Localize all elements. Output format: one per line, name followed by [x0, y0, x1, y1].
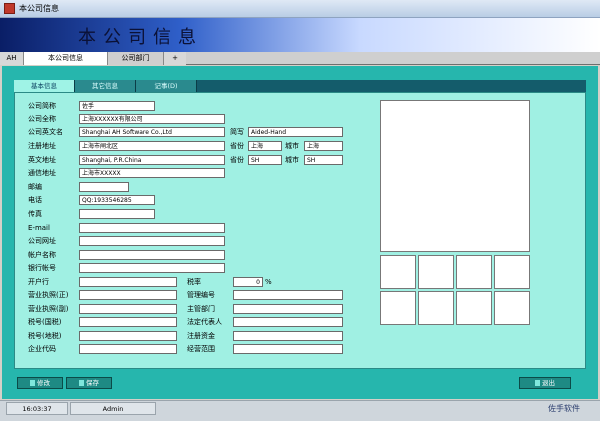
banner-title: 本公司信息 [78, 27, 203, 48]
legal-rep-label: 法定代表人 [187, 318, 222, 326]
tax-rate-field[interactable]: 0 [233, 277, 263, 287]
reg-capital-label: 注册资金 [187, 332, 215, 340]
thumbnail-slot[interactable] [494, 291, 530, 325]
reg-province-label: 省份 [230, 142, 244, 150]
en-city-field[interactable]: SH [304, 155, 343, 165]
reg-city-label: 城市 [285, 142, 299, 150]
save-button-label: 保存 [86, 379, 99, 387]
bank-account-label: 银行帐号 [28, 264, 56, 272]
edit-icon [30, 380, 35, 386]
website-label: 公司网址 [28, 237, 56, 245]
email-label: E-mail [28, 224, 50, 232]
short-name-field[interactable]: 佐手 [79, 101, 155, 111]
legal-rep-field[interactable] [233, 317, 343, 327]
bank-field[interactable] [79, 277, 177, 287]
bank-label: 开户行 [28, 278, 49, 286]
reg-capital-field[interactable] [233, 331, 343, 341]
mgmt-no-field[interactable] [233, 290, 343, 300]
tax-rate-label: 税率 [187, 278, 201, 286]
account-name-label: 帐户名称 [28, 251, 56, 259]
tax-national-field[interactable] [79, 317, 177, 327]
thumbnail-slot[interactable] [494, 255, 530, 289]
exit-icon [535, 380, 540, 386]
subtab-basic-info[interactable]: 基本信息 [14, 80, 75, 92]
brand-text: 佐手软件 [548, 404, 580, 413]
add-tab-button[interactable]: + [164, 52, 186, 65]
org-code-field[interactable] [79, 344, 177, 354]
main-tab-strip: AH 本公司信息 公司部门 + [0, 52, 600, 65]
business-scope-field[interactable] [233, 344, 343, 354]
english-name-field[interactable]: Shanghai AH Software Co.,Ltd [79, 127, 225, 137]
account-name-field[interactable] [79, 250, 225, 260]
thumbnail-slot[interactable] [456, 291, 492, 325]
dept-in-charge-label: 主管部门 [187, 305, 215, 313]
exit-button-label: 退出 [542, 379, 555, 387]
app-icon [4, 3, 15, 14]
abbr-field[interactable]: Aided-Hand [248, 127, 343, 137]
thumbnail-slot[interactable] [380, 255, 416, 289]
tab-company-departments[interactable]: 公司部门 [108, 52, 164, 65]
license-copy-field[interactable] [79, 304, 177, 314]
tax-national-label: 税号(国税) [28, 318, 62, 326]
en-province-label: 省份 [230, 156, 244, 164]
tab-company-info[interactable]: 本公司信息 [24, 52, 108, 65]
fax-field[interactable] [79, 209, 155, 219]
tax-rate-unit: % [265, 278, 272, 286]
exit-button[interactable]: 退出 [519, 377, 571, 389]
company-photo[interactable] [380, 100, 530, 252]
website-field[interactable] [79, 236, 225, 246]
phone-label: 电话 [28, 196, 42, 204]
subtab-notes[interactable]: 记事(D) [136, 80, 197, 92]
org-code-label: 企业代码 [28, 345, 56, 353]
dept-in-charge-field[interactable] [233, 304, 343, 314]
english-name-label: 公司英文名 [28, 128, 63, 136]
license-copy-label: 营业执照(副) [28, 305, 69, 313]
license-main-field[interactable] [79, 290, 177, 300]
mgmt-no-label: 管理编号 [187, 291, 215, 299]
edit-button[interactable]: 修改 [17, 377, 63, 389]
phone-field[interactable]: QQ:1933546285 [79, 195, 155, 205]
tax-local-field[interactable] [79, 331, 177, 341]
subtab-other-info[interactable]: 其它信息 [75, 80, 136, 92]
reg-address-label: 注册地址 [28, 142, 56, 150]
fax-label: 传真 [28, 210, 42, 218]
mail-address-field[interactable]: 上海市XXXXX [79, 168, 225, 178]
en-address-field[interactable]: Shanghai, P.R.China [79, 155, 225, 165]
postcode-field[interactable] [79, 182, 129, 192]
mail-address-label: 通信地址 [28, 169, 56, 177]
thumbnail-slot[interactable] [418, 255, 454, 289]
window-title: 本公司信息 [19, 4, 59, 13]
status-time: 16:03:37 [6, 402, 68, 415]
bank-account-field[interactable] [79, 263, 225, 273]
full-name-label: 公司全称 [28, 115, 56, 123]
reg-city-field[interactable]: 上海 [304, 141, 343, 151]
short-name-label: 公司简称 [28, 102, 56, 110]
thumbnail-slot[interactable] [418, 291, 454, 325]
reg-address-field[interactable]: 上海市闸北区 [79, 141, 225, 151]
license-main-label: 营业执照(正) [28, 291, 69, 299]
tax-local-label: 税号(地税) [28, 332, 62, 340]
postcode-label: 邮编 [28, 183, 42, 191]
business-scope-label: 经营范围 [187, 345, 215, 353]
save-button[interactable]: 保存 [66, 377, 112, 389]
en-city-label: 城市 [285, 156, 299, 164]
save-icon [79, 380, 84, 386]
edit-button-label: 修改 [37, 379, 50, 387]
status-user: Admin [70, 402, 156, 415]
window-titlebar[interactable]: 本公司信息 [0, 0, 600, 18]
reg-province-field[interactable]: 上海 [248, 141, 282, 151]
en-province-field[interactable]: SH [248, 155, 282, 165]
tab-ah[interactable]: AH [0, 52, 24, 65]
en-address-label: 英文地址 [28, 156, 56, 164]
page-banner: 本公司信息 [0, 18, 600, 52]
abbr-label: 简写 [230, 128, 244, 136]
thumbnail-slot[interactable] [380, 291, 416, 325]
full-name-field[interactable]: 上海XXXXXX有限公司 [79, 114, 225, 124]
email-field[interactable] [79, 223, 225, 233]
thumbnail-slot[interactable] [456, 255, 492, 289]
